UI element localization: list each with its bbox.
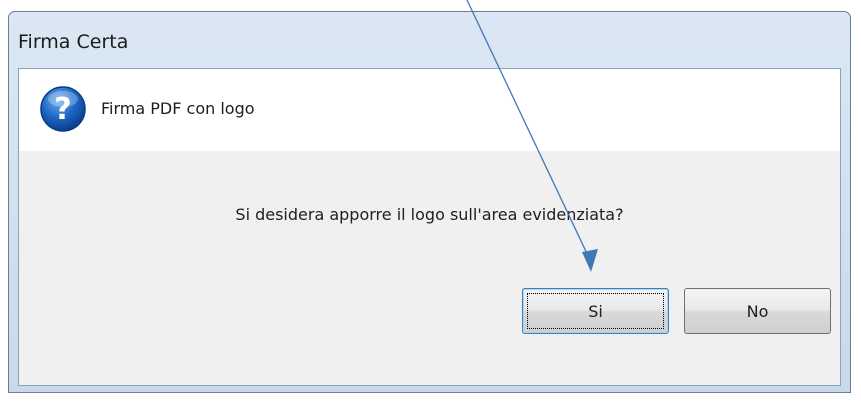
window-title: Firma Certa xyxy=(18,31,129,53)
svg-text:?: ? xyxy=(54,92,71,127)
yes-button[interactable]: Si xyxy=(522,288,669,334)
no-button-label: No xyxy=(746,302,769,321)
dialog-message: Si desidera apporre il logo sull'area ev… xyxy=(235,205,624,224)
dialog-content: ? Firma PDF con logo Si desidera apporre… xyxy=(18,68,841,386)
title-bar[interactable]: Firma Certa xyxy=(9,12,850,66)
dialog-header-text: Firma PDF con logo xyxy=(101,99,255,118)
question-icon: ? xyxy=(40,86,86,132)
no-button[interactable]: No xyxy=(684,288,831,334)
yes-button-label: Si xyxy=(588,302,603,321)
dialog-window: Firma Certa ? Firma PDF con logo Si desi… xyxy=(8,11,851,393)
dialog-header: ? Firma PDF con logo xyxy=(19,69,840,151)
